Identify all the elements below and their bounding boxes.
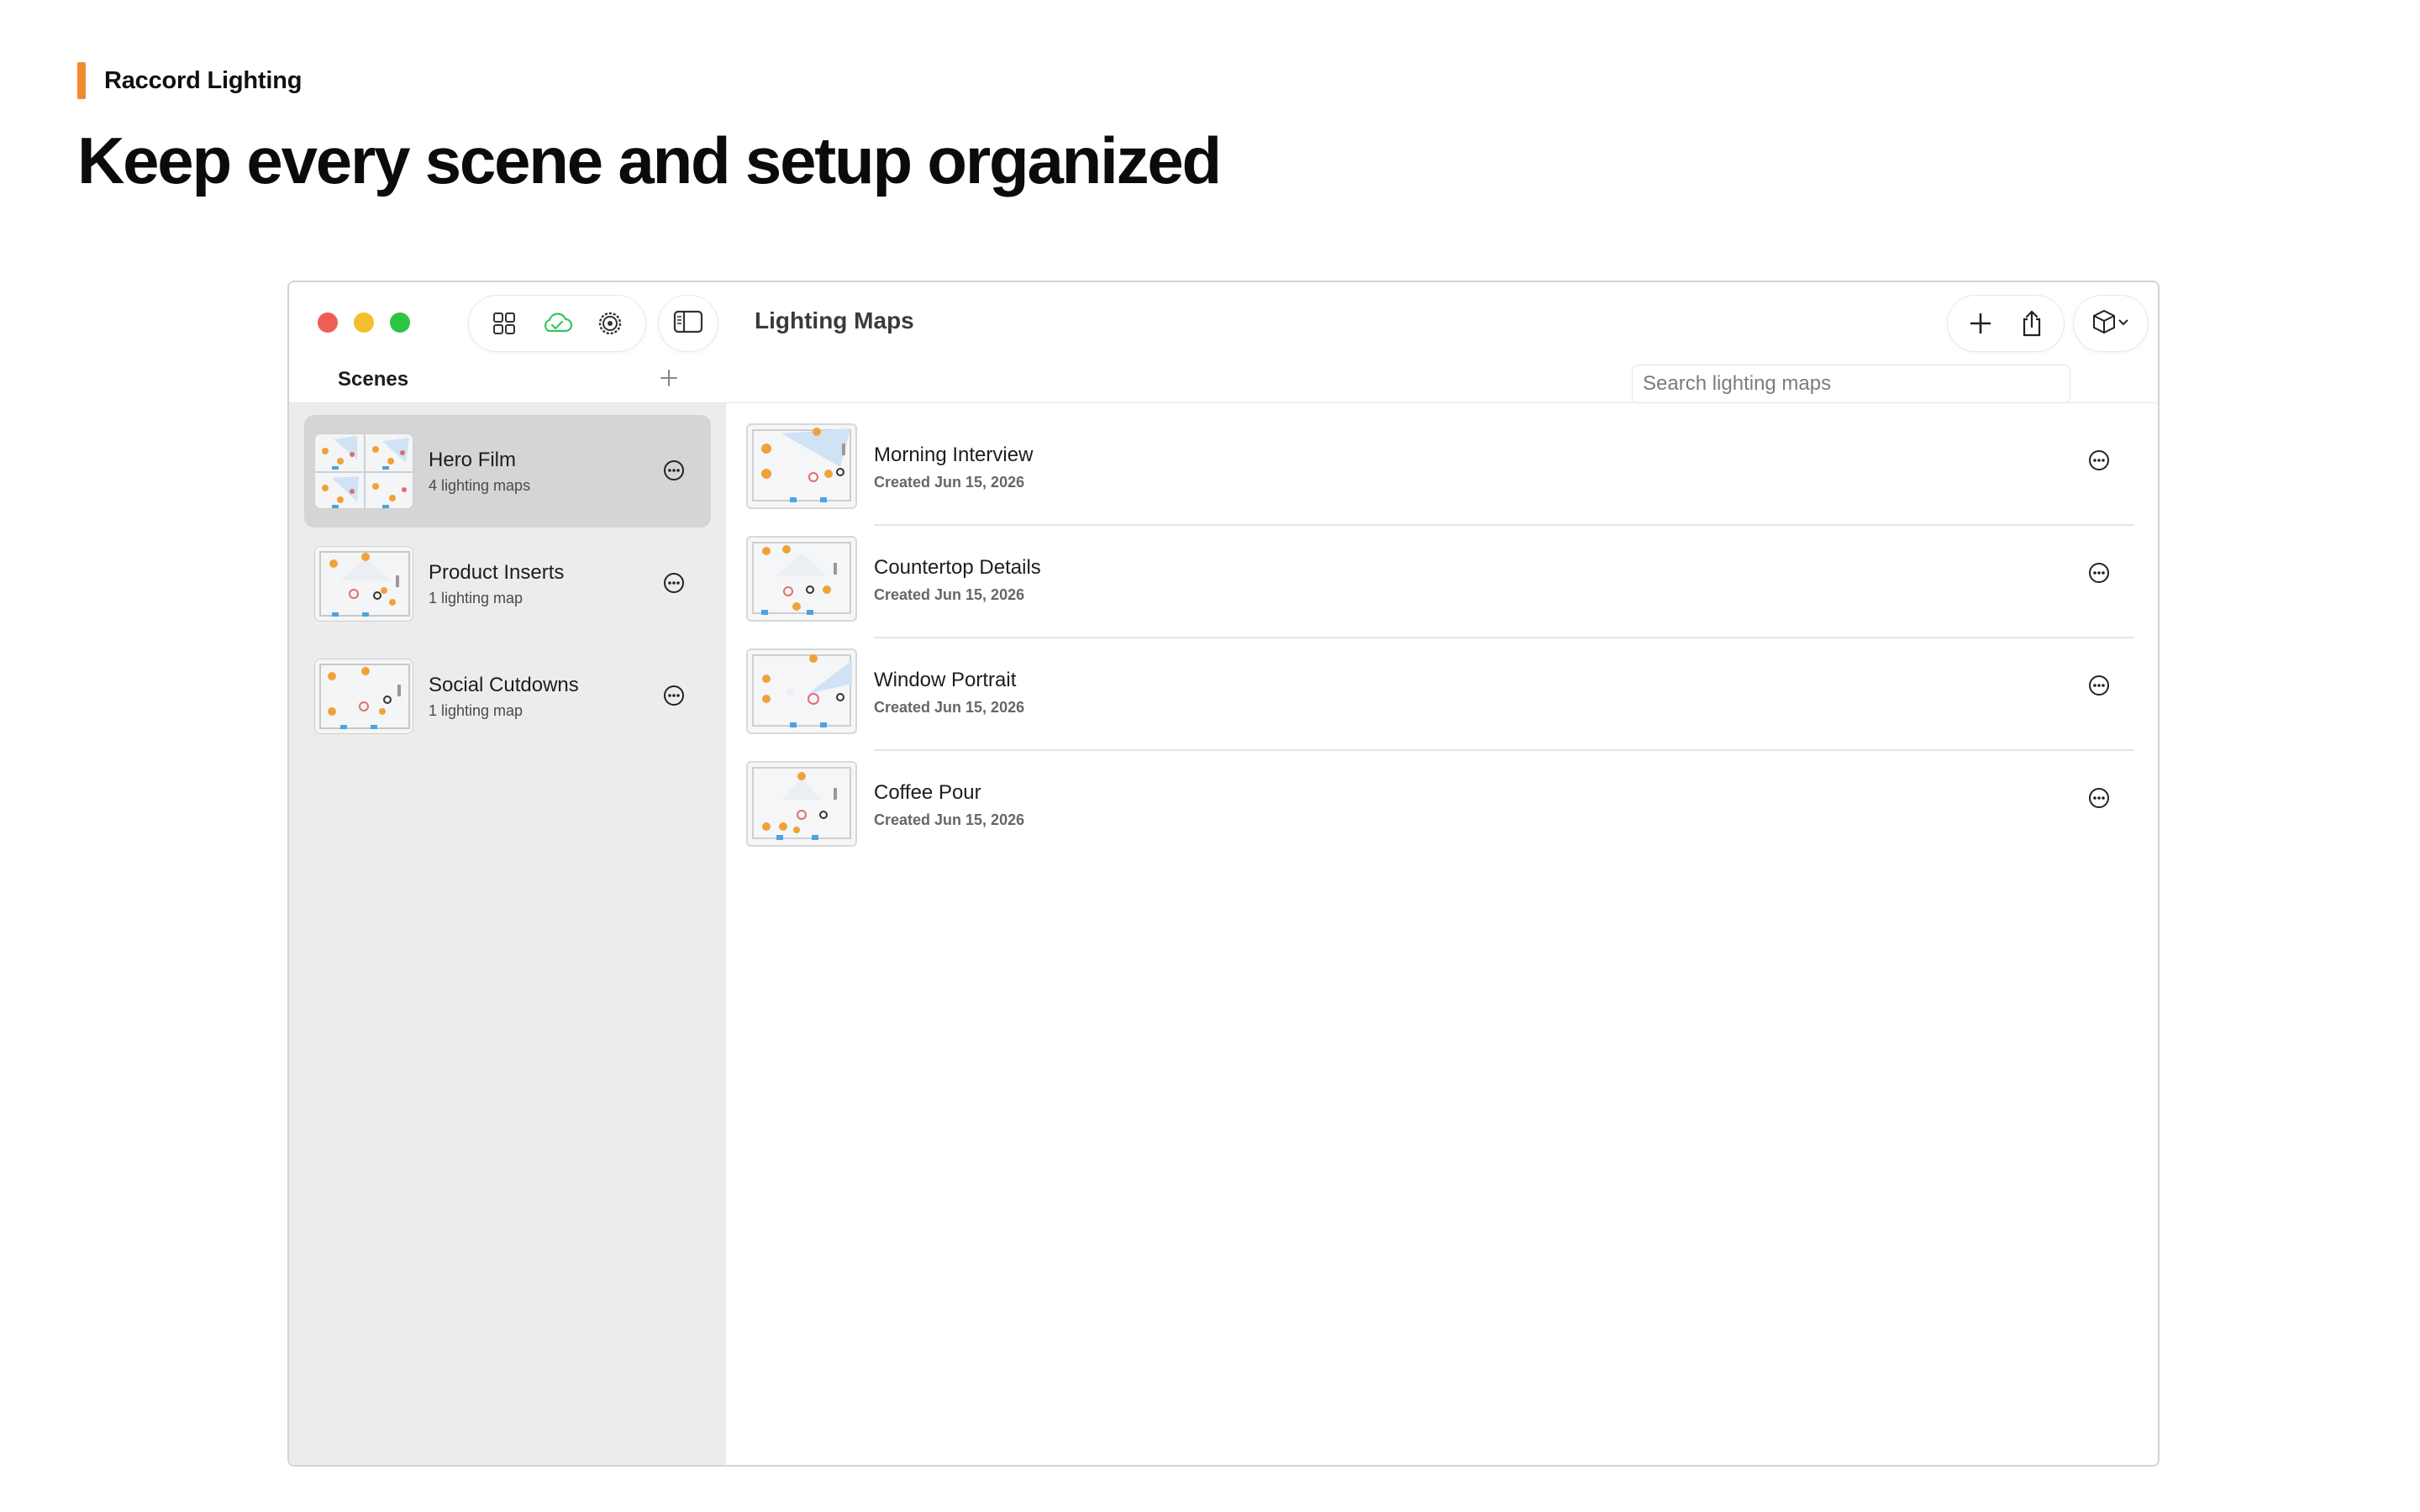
map-thumbnail: [746, 423, 857, 509]
scene-item-social-cutdowns[interactable]: Social Cutdowns 1 lighting map: [304, 640, 711, 753]
map-thumbnail: [746, 761, 857, 847]
gear-icon[interactable]: [592, 305, 629, 342]
scene-thumbnail: [314, 659, 413, 734]
scene-map-count: 4 lighting maps: [429, 477, 531, 494]
scene-map-count: 1 lighting map: [429, 702, 523, 719]
map-more-button[interactable]: [2086, 447, 2112, 474]
map-row-window-portrait[interactable]: Window Portrait Created Jun 15, 2026: [746, 648, 2134, 761]
map-created-date: Created Jun 15, 2026: [874, 586, 1025, 603]
map-created-date: Created Jun 15, 2026: [874, 811, 1025, 828]
scene-list: Hero Film 4 lighting maps Product Insert…: [304, 415, 711, 753]
ellipsis-circle-icon: [664, 460, 684, 480]
sidebar-icon: [673, 310, 703, 338]
divider: [874, 749, 2134, 751]
map-created-date: Created Jun 15, 2026: [874, 474, 1025, 491]
brand-name: Raccord Lighting: [104, 66, 302, 94]
map-thumbnail: [746, 648, 857, 734]
plus-icon: [660, 370, 677, 386]
ellipsis-circle-icon: [2089, 450, 2109, 470]
titlebar: Lighting Maps: [289, 282, 2158, 358]
scene-thumbnail: [314, 433, 413, 509]
map-name: Coffee Pour: [874, 781, 981, 804]
divider: [874, 524, 2134, 526]
brand-accent-bar: [77, 62, 86, 99]
scene-more-button[interactable]: [660, 457, 687, 484]
lighting-map-list: Morning Interview Created Jun 15, 2026 C…: [746, 423, 2134, 874]
map-more-button[interactable]: [2086, 559, 2112, 586]
map-row-countertop-details[interactable]: Countertop Details Created Jun 15, 2026: [746, 536, 2134, 648]
scene-name: Product Inserts: [429, 561, 565, 584]
scene-thumbnail: [314, 546, 413, 622]
minimize-window-button[interactable]: [354, 312, 374, 333]
sidebar-header: Scenes: [289, 358, 726, 403]
window-title: Lighting Maps: [755, 307, 914, 333]
sidebar-toggle-button[interactable]: [659, 296, 718, 351]
scene-name: Hero Film: [429, 449, 517, 471]
add-scene-button[interactable]: [652, 361, 686, 395]
ellipsis-circle-icon: [2089, 788, 2109, 808]
map-row-coffee-pour[interactable]: Coffee Pour Created Jun 15, 2026: [746, 761, 2134, 874]
toolbar-right-group: [1948, 296, 2064, 351]
scene-map-count: 1 lighting map: [429, 590, 523, 606]
headline: Keep every scene and setup organized: [77, 123, 1222, 197]
close-window-button[interactable]: [318, 312, 338, 333]
map-name: Window Portrait: [874, 669, 1017, 691]
grid-icon[interactable]: [486, 305, 523, 342]
ellipsis-circle-icon: [664, 573, 684, 593]
brand: Raccord Lighting: [77, 62, 302, 99]
ellipsis-circle-icon: [664, 685, 684, 706]
share-icon[interactable]: [2013, 305, 2050, 342]
scene-item-product-inserts[interactable]: Product Inserts 1 lighting map: [304, 528, 711, 640]
cube-menu-button[interactable]: [2074, 296, 2148, 351]
map-more-button[interactable]: [2086, 785, 2112, 811]
ellipsis-circle-icon: [2089, 675, 2109, 696]
scene-more-button[interactable]: [660, 570, 687, 596]
window-controls: [318, 312, 410, 333]
sidebar-title: Scenes: [338, 368, 409, 391]
scene-name: Social Cutdowns: [429, 674, 579, 696]
map-name: Morning Interview: [874, 444, 1034, 466]
toolbar-left-group: [469, 296, 645, 351]
map-row-morning-interview[interactable]: Morning Interview Created Jun 15, 2026: [746, 423, 2134, 536]
zoom-window-button[interactable]: [390, 312, 410, 333]
chevron-down-icon: [2117, 316, 2130, 331]
cube-icon: [2091, 308, 2117, 339]
map-created-date: Created Jun 15, 2026: [874, 699, 1025, 716]
plus-icon[interactable]: [1962, 305, 1999, 342]
app-window: Lighting Maps Scenes Hero Film 4 lightin…: [287, 281, 2160, 1467]
map-name: Countertop Details: [874, 556, 1041, 579]
content-header: [726, 358, 2158, 403]
map-thumbnail: [746, 536, 857, 622]
ellipsis-circle-icon: [2089, 563, 2109, 583]
cloud-check-icon[interactable]: [539, 305, 576, 342]
scene-item-hero-film[interactable]: Hero Film 4 lighting maps: [304, 415, 711, 528]
divider: [874, 637, 2134, 638]
scene-more-button[interactable]: [660, 682, 687, 709]
search-input[interactable]: [1632, 365, 2070, 403]
map-more-button[interactable]: [2086, 672, 2112, 699]
